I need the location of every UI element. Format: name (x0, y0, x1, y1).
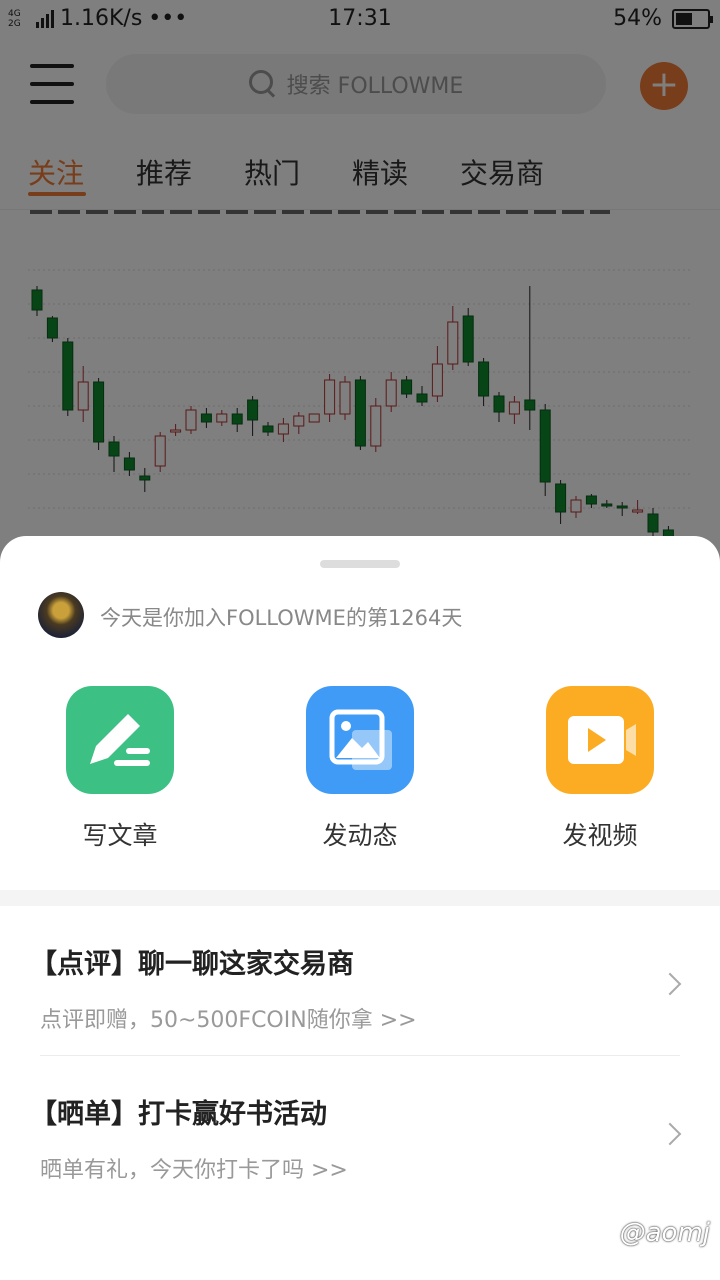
post-video-button[interactable]: 发视频 (546, 686, 654, 852)
avatar (38, 592, 84, 638)
chevron-right-icon (658, 972, 682, 996)
drag-handle[interactable] (320, 560, 400, 568)
promo-checkin-title: 【晒单】打卡赢好书活动 (30, 1099, 327, 1130)
promo-checkin[interactable]: 【晒单】打卡赢好书活动 晒单有礼，今天你打卡了吗 >> (0, 1056, 720, 1206)
publish-sheet: 今天是你加入FOLLOWME的第1264天 写文章 发动态 发视频 【点评】聊一… (0, 536, 720, 1280)
post-moment-label: 发动态 (322, 821, 398, 850)
join-days-text: 今天是你加入FOLLOWME的第1264天 (100, 606, 463, 630)
write-article-label: 写文章 (82, 821, 158, 850)
pen-icon (66, 686, 174, 794)
watermark: @aomj (619, 1218, 710, 1248)
post-video-label: 发视频 (562, 821, 638, 850)
chevron-right-icon (658, 1122, 682, 1146)
write-article-button[interactable]: 写文章 (66, 686, 174, 852)
section-divider (0, 890, 720, 906)
video-icon (546, 686, 654, 794)
promo-checkin-subtitle: 晒单有礼，今天你打卡了吗 >> (40, 1158, 348, 1183)
promo-review[interactable]: 【点评】聊一聊这家交易商 点评即赠，50~500FCOIN随你拿 >> (0, 906, 720, 1056)
promo-review-subtitle: 点评即赠，50~500FCOIN随你拿 >> (40, 1008, 417, 1033)
promo-review-title: 【点评】聊一聊这家交易商 (30, 949, 354, 980)
image-icon (306, 686, 414, 794)
post-moment-button[interactable]: 发动态 (306, 686, 414, 852)
